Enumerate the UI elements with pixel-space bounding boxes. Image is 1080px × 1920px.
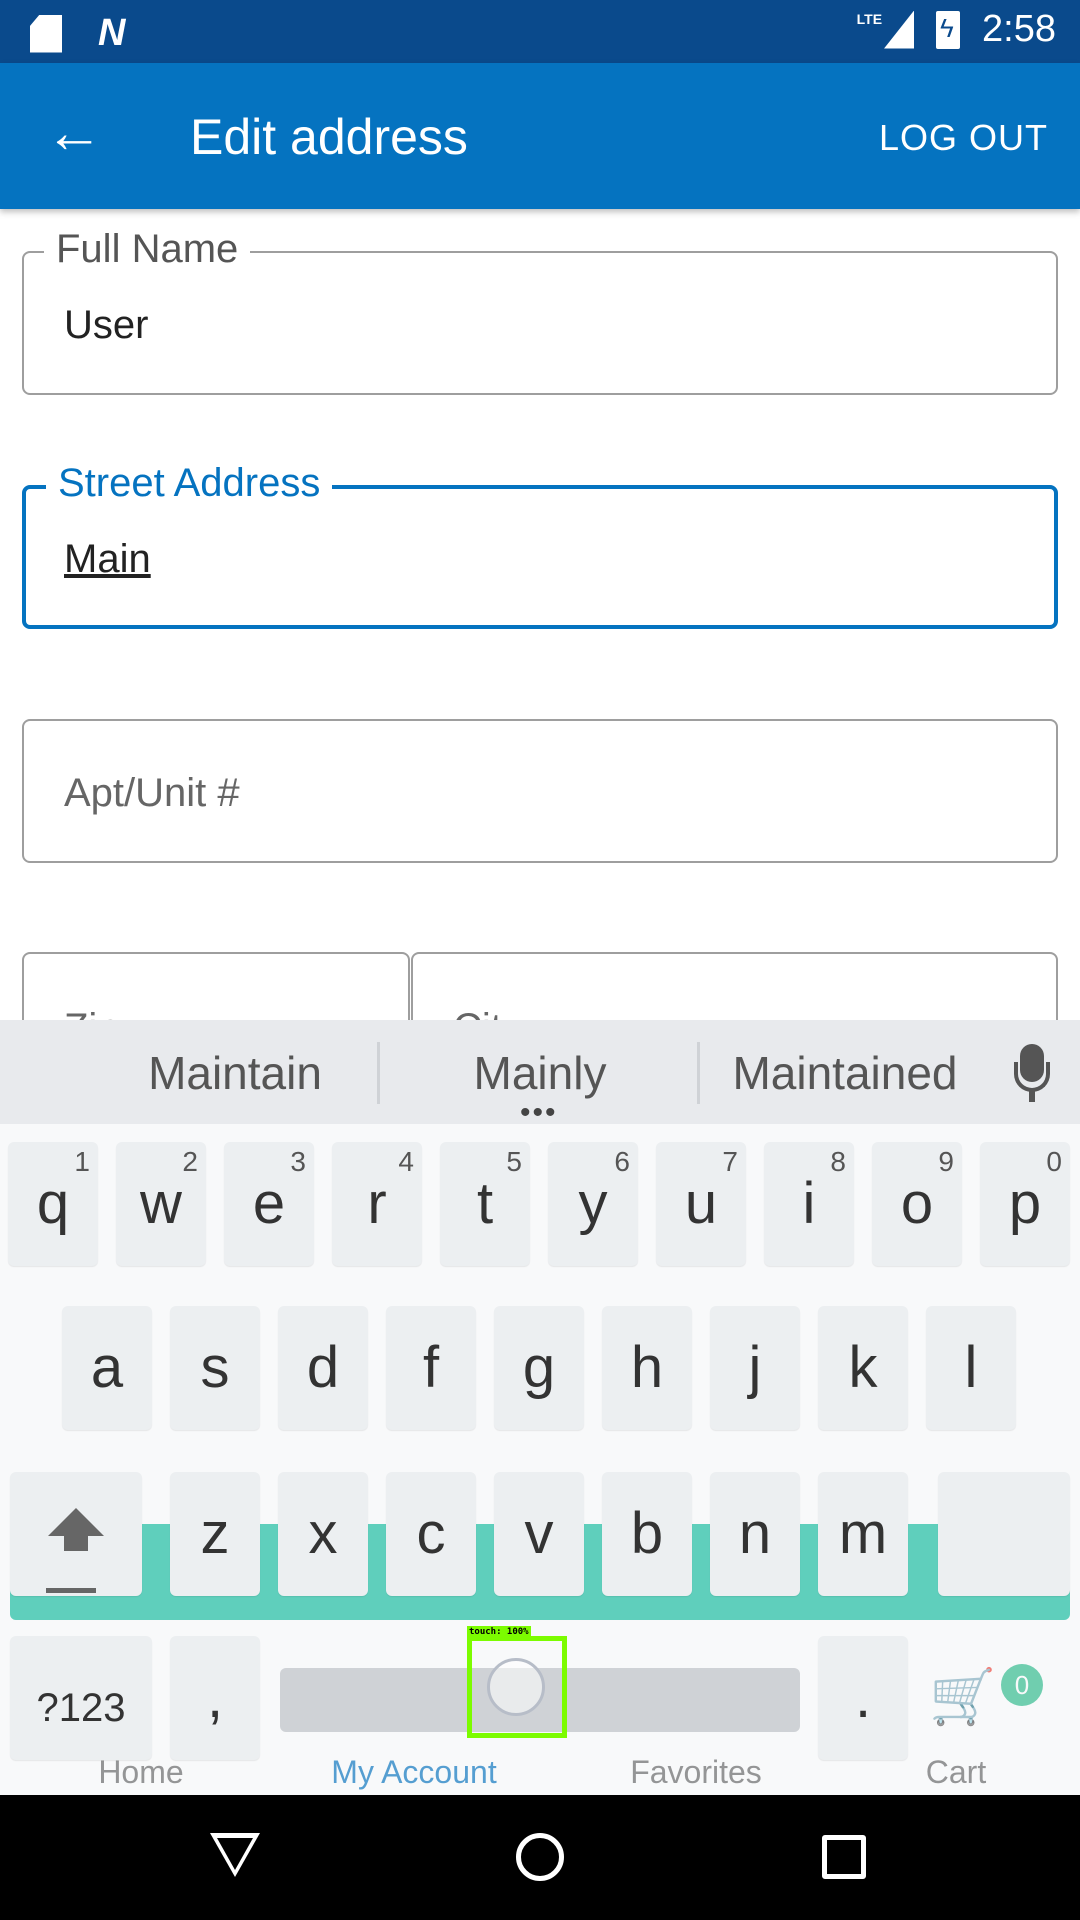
touch-point [487,1658,545,1716]
shift-icon [46,1508,104,1593]
logout-button[interactable]: LOG OUT [879,117,1048,159]
key-x[interactable]: x [278,1472,368,1596]
key-b[interactable]: b [602,1472,692,1596]
key-f[interactable]: f [386,1306,476,1430]
full-name-field[interactable]: Full Name User [22,227,1058,395]
more-suggestions-icon[interactable]: ••• [520,1098,558,1128]
recents-square-icon[interactable] [822,1835,866,1879]
key-w[interactable]: 2w [116,1142,206,1266]
full-name-label: Full Name [44,227,251,272]
suggestion-strip: Maintain Mainly Maintained ••• [0,1020,1080,1128]
key-label: w [140,1171,182,1236]
key-label: k [848,1335,878,1400]
page-title: Edit address [190,109,468,165]
key-label: x [308,1501,338,1566]
key-u[interactable]: 7u [656,1142,746,1266]
back-triangle-icon[interactable] [210,1833,260,1879]
key-label: f [422,1335,440,1400]
key-label: , [206,1665,224,1730]
network-label: LTE [856,10,883,27]
key-s[interactable]: s [170,1306,260,1430]
key-n[interactable]: n [710,1472,800,1596]
key-d[interactable]: d [278,1306,368,1430]
shift-key[interactable] [10,1472,142,1596]
signal-icon: LTE [856,10,915,49]
backspace-key[interactable] [938,1472,1070,1596]
key-label: u [684,1171,718,1236]
key-label: j [748,1335,762,1400]
battery-charging-icon [936,10,961,49]
key-e[interactable]: 3e [224,1142,314,1266]
key-y[interactable]: 6y [548,1142,638,1266]
sd-card-icon [30,14,62,53]
key-label: y [578,1171,608,1236]
apt-unit-placeholder: Apt/Unit # [64,771,240,815]
key-label: z [200,1501,230,1566]
home-circle-icon[interactable] [516,1833,564,1881]
system-navigation-bar [0,1795,1080,1920]
n-notification-icon: N [98,12,126,54]
suggestion-3[interactable]: Maintained [700,1046,990,1100]
key-label: ?123 [36,1686,126,1730]
key-q[interactable]: 1q [8,1142,98,1266]
key-p[interactable]: 0p [980,1142,1070,1266]
key-label: a [90,1335,124,1400]
key-m[interactable]: m [818,1472,908,1596]
key-label: q [36,1171,70,1236]
key-t[interactable]: 5t [440,1142,530,1266]
apt-unit-field[interactable]: Apt/Unit # [22,719,1058,863]
key-label: o [900,1171,934,1236]
key-label: . [854,1665,872,1730]
comma-key[interactable]: , [170,1636,260,1760]
key-label: d [306,1335,340,1400]
key-label: b [630,1501,664,1566]
key-label: i [802,1171,816,1236]
street-address-field[interactable]: Street Address Main [22,461,1058,629]
suggestion-2[interactable]: Mainly [380,1046,700,1100]
street-address-label: Street Address [46,461,333,506]
symbols-key[interactable]: ?123 [10,1636,152,1760]
arrow-back-icon[interactable]: ← [44,103,104,163]
key-i[interactable]: 8i [764,1142,854,1266]
app-bar: ← Edit address LOG OUT [0,63,1080,209]
key-z[interactable]: z [170,1472,260,1596]
key-label: v [524,1501,554,1566]
key-r[interactable]: 4r [332,1142,422,1266]
key-c[interactable]: c [386,1472,476,1596]
key-label: p [1008,1171,1042,1236]
key-l[interactable]: l [926,1306,1016,1430]
key-label: e [252,1171,286,1236]
clock: 2:58 [982,8,1056,50]
key-label: r [367,1171,387,1236]
key-label: g [522,1335,556,1400]
key-h[interactable]: h [602,1306,692,1430]
suggestion-1[interactable]: Maintain [60,1046,410,1100]
period-key[interactable]: . [818,1636,908,1760]
key-label: t [476,1171,494,1236]
key-a[interactable]: a [62,1306,152,1430]
key-v[interactable]: v [494,1472,584,1596]
microphone-icon[interactable] [1010,1044,1054,1104]
full-name-value: User [64,303,149,347]
key-j[interactable]: j [710,1306,800,1430]
key-label: h [630,1335,664,1400]
key-o[interactable]: 9o [872,1142,962,1266]
key-label: l [964,1335,978,1400]
key-label: s [200,1335,230,1400]
status-bar: N LTE 2:58 [0,0,1080,63]
key-label: m [838,1501,888,1566]
key-g[interactable]: g [494,1306,584,1430]
key-label: c [416,1501,446,1566]
key-k[interactable]: k [818,1306,908,1430]
street-address-value: Main [64,537,151,581]
key-label: n [738,1501,772,1566]
